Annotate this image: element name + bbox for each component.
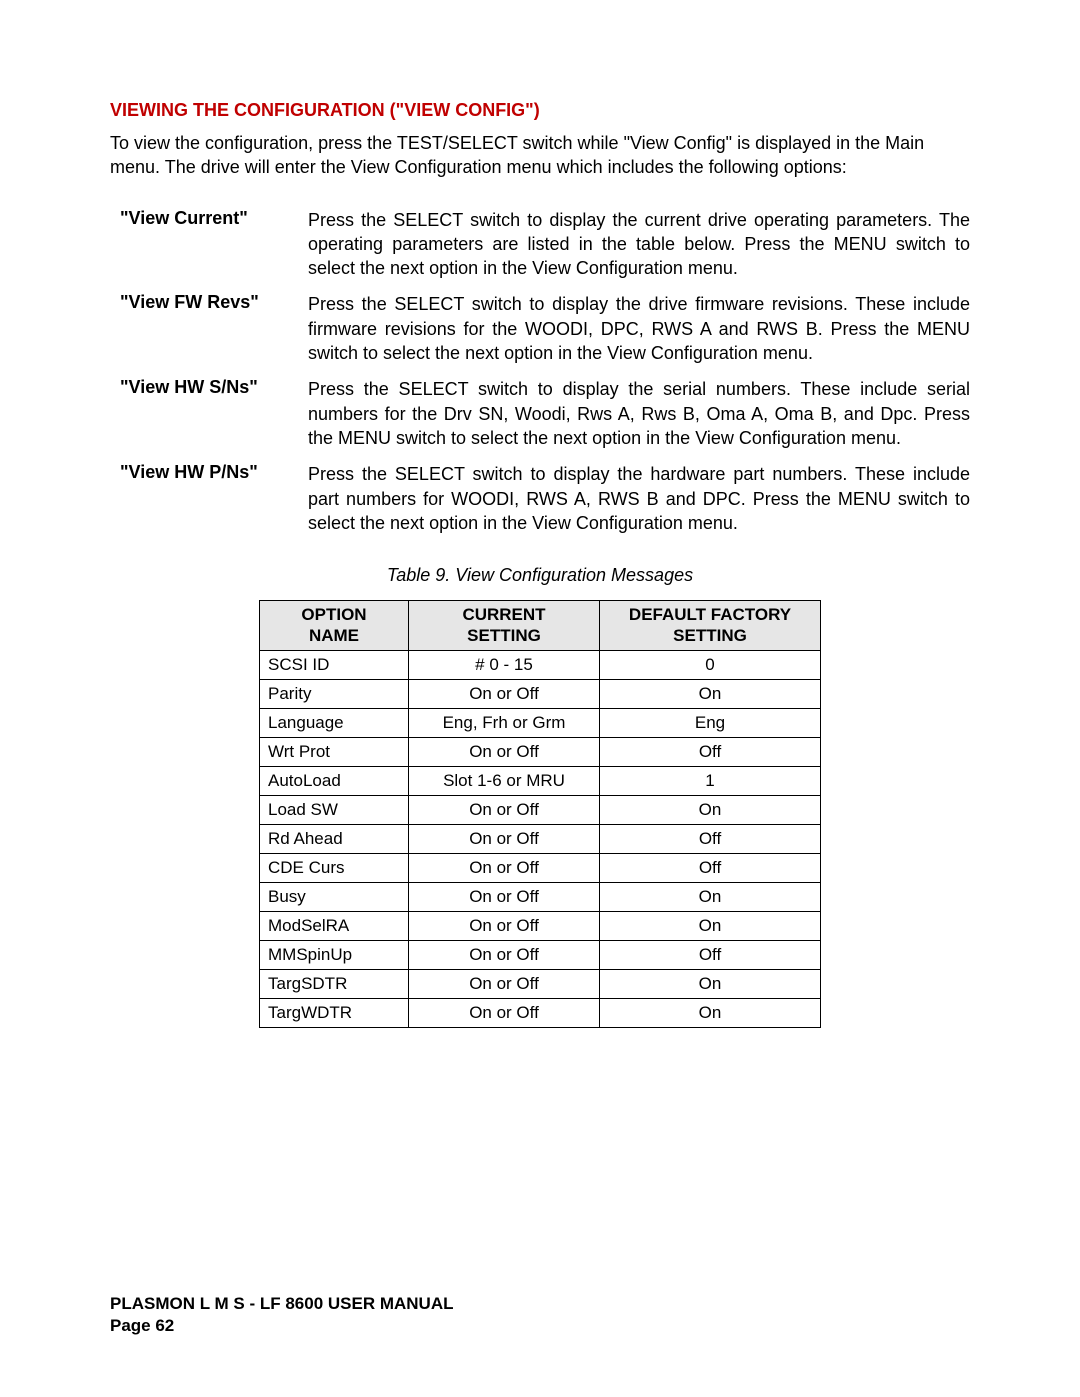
cell-current-setting: Eng, Frh or Grm: [409, 708, 600, 737]
config-table: OPTION NAME CURRENT SETTING DEFAULT FACT…: [259, 600, 821, 1028]
cell-current-setting: On or Off: [409, 969, 600, 998]
cell-default-setting: On: [600, 679, 821, 708]
header-text: NAME: [309, 626, 359, 645]
table-row: Rd AheadOn or OffOff: [260, 824, 821, 853]
cell-option-name: TargSDTR: [260, 969, 409, 998]
col-current-setting: CURRENT SETTING: [409, 601, 600, 651]
cell-default-setting: 1: [600, 766, 821, 795]
table-caption: Table 9. View Configuration Messages: [110, 565, 970, 586]
col-option-name: OPTION NAME: [260, 601, 409, 651]
cell-current-setting: Slot 1-6 or MRU: [409, 766, 600, 795]
table-row: SCSI ID# 0 - 150: [260, 650, 821, 679]
table-row: CDE CursOn or OffOff: [260, 853, 821, 882]
cell-current-setting: On or Off: [409, 737, 600, 766]
cell-default-setting: On: [600, 795, 821, 824]
cell-option-name: Load SW: [260, 795, 409, 824]
def-desc: Press the SELECT switch to display the c…: [308, 208, 970, 281]
table-row: LanguageEng, Frh or GrmEng: [260, 708, 821, 737]
def-term: "View Current": [110, 208, 308, 229]
footer-line: PLASMON L M S - LF 8600 USER MANUAL: [110, 1294, 454, 1313]
cell-default-setting: Off: [600, 940, 821, 969]
cell-current-setting: On or Off: [409, 940, 600, 969]
cell-current-setting: On or Off: [409, 911, 600, 940]
cell-default-setting: Eng: [600, 708, 821, 737]
cell-option-name: MMSpinUp: [260, 940, 409, 969]
def-term: "View FW Revs": [110, 292, 308, 313]
cell-current-setting: On or Off: [409, 853, 600, 882]
table-row: Load SWOn or OffOn: [260, 795, 821, 824]
table-row: MMSpinUpOn or OffOff: [260, 940, 821, 969]
definitions-list: "View Current" Press the SELECT switch t…: [110, 208, 970, 536]
table-row: TargWDTROn or OffOn: [260, 998, 821, 1027]
cell-option-name: SCSI ID: [260, 650, 409, 679]
def-desc: Press the SELECT switch to display the d…: [308, 292, 970, 365]
cell-current-setting: On or Off: [409, 795, 600, 824]
cell-option-name: Language: [260, 708, 409, 737]
table-row: ParityOn or OffOn: [260, 679, 821, 708]
table-row: ModSelRAOn or OffOn: [260, 911, 821, 940]
header-text: CURRENT: [462, 605, 545, 624]
cell-current-setting: On or Off: [409, 882, 600, 911]
footer-line: Page 62: [110, 1316, 174, 1335]
cell-default-setting: 0: [600, 650, 821, 679]
table-row: AutoLoadSlot 1-6 or MRU1: [260, 766, 821, 795]
cell-option-name: Wrt Prot: [260, 737, 409, 766]
table-row: Wrt ProtOn or OffOff: [260, 737, 821, 766]
def-term: "View HW S/Ns": [110, 377, 308, 398]
def-row: "View HW S/Ns" Press the SELECT switch t…: [110, 377, 970, 450]
header-text: OPTION: [301, 605, 366, 624]
def-desc: Press the SELECT switch to display the h…: [308, 462, 970, 535]
def-term: "View HW P/Ns": [110, 462, 308, 483]
cell-default-setting: On: [600, 911, 821, 940]
header-text: DEFAULT FACTORY: [629, 605, 791, 624]
cell-option-name: AutoLoad: [260, 766, 409, 795]
cell-option-name: TargWDTR: [260, 998, 409, 1027]
def-desc: Press the SELECT switch to display the s…: [308, 377, 970, 450]
cell-default-setting: On: [600, 882, 821, 911]
header-text: SETTING: [467, 626, 541, 645]
cell-option-name: Rd Ahead: [260, 824, 409, 853]
cell-default-setting: Off: [600, 853, 821, 882]
def-row: "View Current" Press the SELECT switch t…: [110, 208, 970, 281]
cell-default-setting: On: [600, 969, 821, 998]
page: VIEWING THE CONFIGURATION ("VIEW CONFIG"…: [0, 0, 1080, 1397]
section-heading: VIEWING THE CONFIGURATION ("VIEW CONFIG"…: [110, 100, 970, 121]
table-header-row: OPTION NAME CURRENT SETTING DEFAULT FACT…: [260, 601, 821, 651]
cell-current-setting: On or Off: [409, 679, 600, 708]
cell-current-setting: On or Off: [409, 998, 600, 1027]
cell-option-name: Busy: [260, 882, 409, 911]
cell-option-name: Parity: [260, 679, 409, 708]
col-default-setting: DEFAULT FACTORY SETTING: [600, 601, 821, 651]
cell-default-setting: Off: [600, 737, 821, 766]
cell-current-setting: On or Off: [409, 824, 600, 853]
def-row: "View FW Revs" Press the SELECT switch t…: [110, 292, 970, 365]
page-footer: PLASMON L M S - LF 8600 USER MANUAL Page…: [110, 1293, 454, 1337]
table-row: TargSDTROn or OffOn: [260, 969, 821, 998]
cell-option-name: CDE Curs: [260, 853, 409, 882]
cell-option-name: ModSelRA: [260, 911, 409, 940]
intro-text: To view the configuration, press the TES…: [110, 131, 970, 180]
header-text: SETTING: [673, 626, 747, 645]
cell-default-setting: On: [600, 998, 821, 1027]
def-row: "View HW P/Ns" Press the SELECT switch t…: [110, 462, 970, 535]
table-row: BusyOn or OffOn: [260, 882, 821, 911]
cell-default-setting: Off: [600, 824, 821, 853]
cell-current-setting: # 0 - 15: [409, 650, 600, 679]
